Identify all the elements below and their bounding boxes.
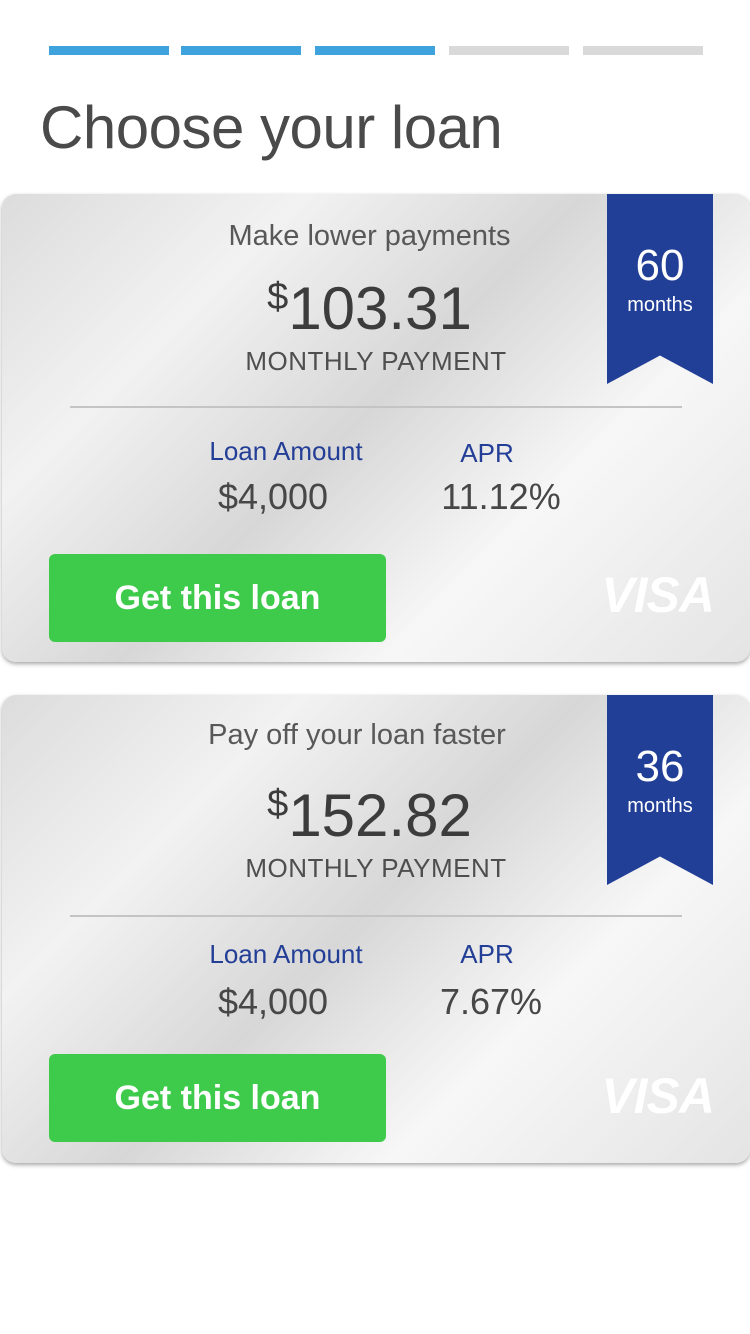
- currency-symbol: $: [267, 783, 289, 825]
- divider: [70, 915, 682, 917]
- loan-amount-value: $4,000: [217, 981, 329, 1022]
- currency-symbol: $: [267, 276, 289, 318]
- term-months-unit: months: [627, 795, 693, 817]
- monthly-payment-value: 152.82: [288, 782, 472, 849]
- term-ribbon: 36 months: [607, 695, 713, 885]
- apr-value: 7.67%: [439, 981, 543, 1022]
- monthly-payment-value: 103.31: [288, 275, 472, 342]
- term-months-number: 60: [635, 241, 685, 290]
- progress-step-2: [181, 46, 301, 55]
- visa-logo: VISA: [601, 567, 715, 623]
- get-this-loan-button[interactable]: Get this loan: [49, 1054, 386, 1142]
- loan-option-card: Make lower payments $103.31 MONTHLY PAYM…: [2, 194, 750, 662]
- divider: [70, 406, 682, 408]
- apr-label: APR: [460, 939, 514, 969]
- apr-label: APR: [460, 438, 514, 468]
- term-months-number: 36: [635, 742, 685, 791]
- get-this-loan-button[interactable]: Get this loan: [49, 554, 386, 642]
- loan-option-heading: Pay off your loan faster: [208, 719, 506, 751]
- loan-amount-label: Loan Amount: [209, 939, 363, 969]
- progress-step-5: [583, 46, 703, 55]
- progress-step-3: [315, 46, 435, 55]
- term-ribbon: 60 months: [607, 194, 713, 384]
- loan-amount-value: $4,000: [217, 476, 329, 517]
- visa-logo: VISA: [601, 1068, 715, 1124]
- term-months-unit: months: [627, 294, 693, 316]
- apr-value: 11.12%: [441, 476, 561, 517]
- step-progress-bar: [49, 46, 703, 55]
- progress-step-4: [449, 46, 569, 55]
- progress-step-1: [49, 46, 169, 55]
- page-title: Choose your loan: [40, 94, 503, 161]
- loan-option-card: Pay off your loan faster $152.82 MONTHLY…: [2, 695, 750, 1163]
- loan-amount-label: Loan Amount: [209, 436, 363, 466]
